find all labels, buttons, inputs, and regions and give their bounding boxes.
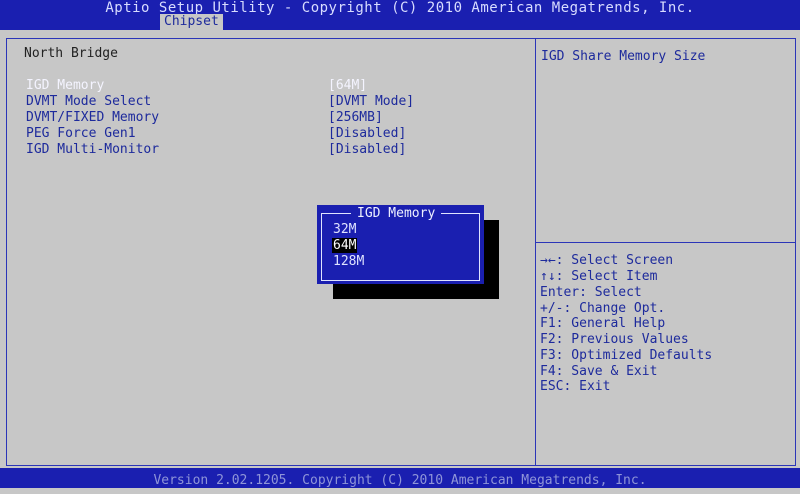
version-footer: Version 2.02.1205. Copyright (C) 2010 Am… [0,468,800,488]
help-description: IGD Share Memory Size [541,49,706,64]
setting-label: PEG Force Gen1 [26,126,136,141]
popup-option-64m[interactable]: 64M [332,238,358,253]
popup-title: IGD Memory [351,206,442,222]
app-title: Aptio Setup Utility - Copyright (C) 2010… [105,0,695,16]
key-hint-optimized-defaults: F3: Optimized Defaults [540,348,713,363]
tab-chipset[interactable]: Chipset [160,14,223,30]
section-title: North Bridge [24,46,118,61]
setting-label: IGD Multi-Monitor [26,142,160,157]
setting-label: IGD Memory [26,78,105,93]
key-hint-select-screen: →←: Select Screen [540,253,674,268]
key-hint-select-item: ↑↓: Select Item [540,269,658,284]
setting-value[interactable]: [256MB] [328,110,383,126]
igd-memory-popup: IGD Memory 32M 64M 128M [317,205,484,284]
popup-option-128m[interactable]: 128M [333,254,364,269]
vertical-divider [535,38,536,466]
setting-value[interactable]: [64M] [328,78,367,94]
setting-value[interactable]: [DVMT Mode] [328,94,414,110]
setting-value[interactable]: [Disabled] [328,142,406,158]
key-hint-change-opt: +/-: Change Opt. [540,301,666,316]
setting-label: DVMT/FIXED Memory [26,110,160,125]
key-hint-previous-values: F2: Previous Values [540,332,689,347]
key-hint-enter: Enter: Select [540,285,642,300]
popup-option-32m[interactable]: 32M [333,222,356,237]
title-bar: Aptio Setup Utility - Copyright (C) 2010… [0,0,800,30]
key-hint-general-help: F1: General Help [540,316,666,331]
key-hint-exit: ESC: Exit [540,379,611,394]
setting-value[interactable]: [Disabled] [328,126,406,142]
setting-label: DVMT Mode Select [26,94,152,109]
help-divider [535,242,796,243]
key-hint-save-exit: F4: Save & Exit [540,364,658,379]
